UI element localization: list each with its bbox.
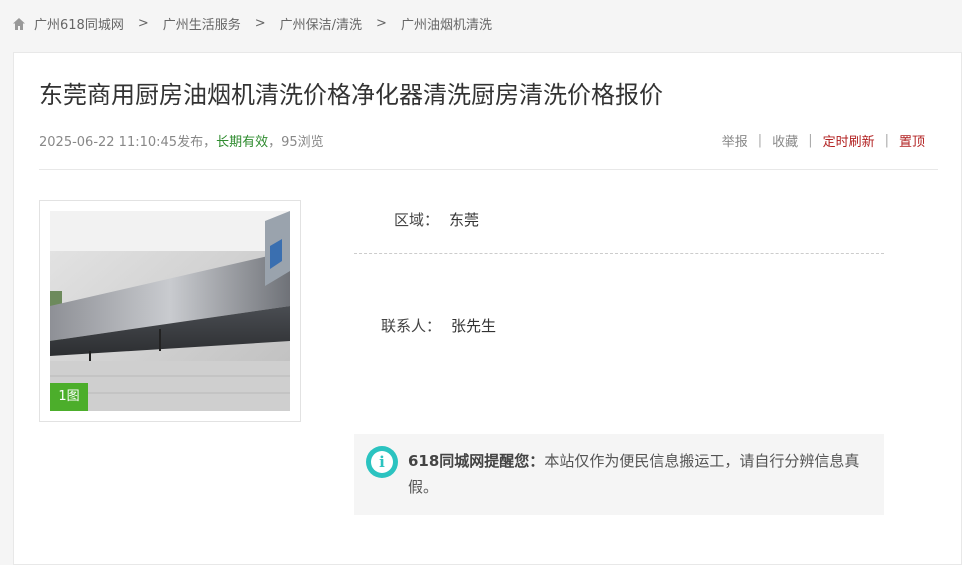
- breadcrumb-separator: >: [376, 16, 387, 31]
- safety-notice: i 618同城网提醒您：本站仅作为便民信息搬运工，请自行分辨信息真假。: [354, 434, 884, 515]
- view-count: ，95浏览: [268, 135, 324, 150]
- action-separator: |: [808, 133, 813, 148]
- region-row: 区域： 东莞: [394, 209, 479, 230]
- info-icon: i: [366, 446, 398, 478]
- dashed-divider: [354, 253, 884, 254]
- post-meta: 2025-06-22 11:10:45发布，长期有效，95浏览: [39, 131, 324, 150]
- breadcrumb-item-life-services[interactable]: 广州生活服务: [163, 14, 241, 33]
- breadcrumb-item-home[interactable]: 广州618同城网: [34, 14, 124, 33]
- notice-text: 618同城网提醒您：本站仅作为便民信息搬运工，请自行分辨信息真假。: [408, 448, 878, 500]
- post-actions: 举报 | 收藏 | 定时刷新 | 置顶: [722, 131, 925, 150]
- report-link[interactable]: 举报: [722, 131, 748, 150]
- contact-label: 联系人：: [381, 317, 442, 335]
- scheduled-refresh-link[interactable]: 定时刷新: [823, 131, 875, 150]
- validity-badge: 长期有效: [216, 135, 269, 150]
- post-date: 2025-06-22 11:10:45发布，: [39, 135, 217, 150]
- contact-value: 张先生: [451, 317, 497, 335]
- page-title: 东莞商用厨房油烟机清洗价格净化器清洗厨房清洗价格报价: [39, 81, 663, 109]
- breadcrumb-item-cleaning[interactable]: 广州保洁/清洗: [280, 14, 362, 33]
- breadcrumb-separator: >: [254, 16, 266, 31]
- range-hood-photo[interactable]: 1图: [50, 211, 290, 411]
- action-separator: |: [757, 133, 763, 148]
- breadcrumb: 广州618同城网 > 广州生活服务 > 广州保洁/清洗 > 广州油烟机清洗: [12, 14, 492, 33]
- home-icon[interactable]: [12, 17, 26, 31]
- divider: [39, 169, 938, 170]
- region-value: 东莞: [449, 211, 480, 229]
- post-panel: 东莞商用厨房油烟机清洗价格净化器清洗厨房清洗价格报价 2025-06-22 11…: [13, 52, 962, 565]
- region-label: 区域：: [394, 211, 440, 229]
- favorite-link[interactable]: 收藏: [772, 131, 798, 150]
- contact-row: 联系人： 张先生: [381, 315, 496, 336]
- notice-bold: 618同城网提醒您：: [408, 452, 545, 470]
- breadcrumb-item-hood-cleaning[interactable]: 广州油烟机清洗: [401, 14, 492, 33]
- photo-count-badge: 1图: [50, 383, 88, 411]
- photo-gallery[interactable]: 1图: [39, 200, 301, 422]
- action-separator: |: [884, 133, 889, 148]
- breadcrumb-separator: >: [137, 16, 149, 31]
- pin-top-link[interactable]: 置顶: [899, 131, 925, 150]
